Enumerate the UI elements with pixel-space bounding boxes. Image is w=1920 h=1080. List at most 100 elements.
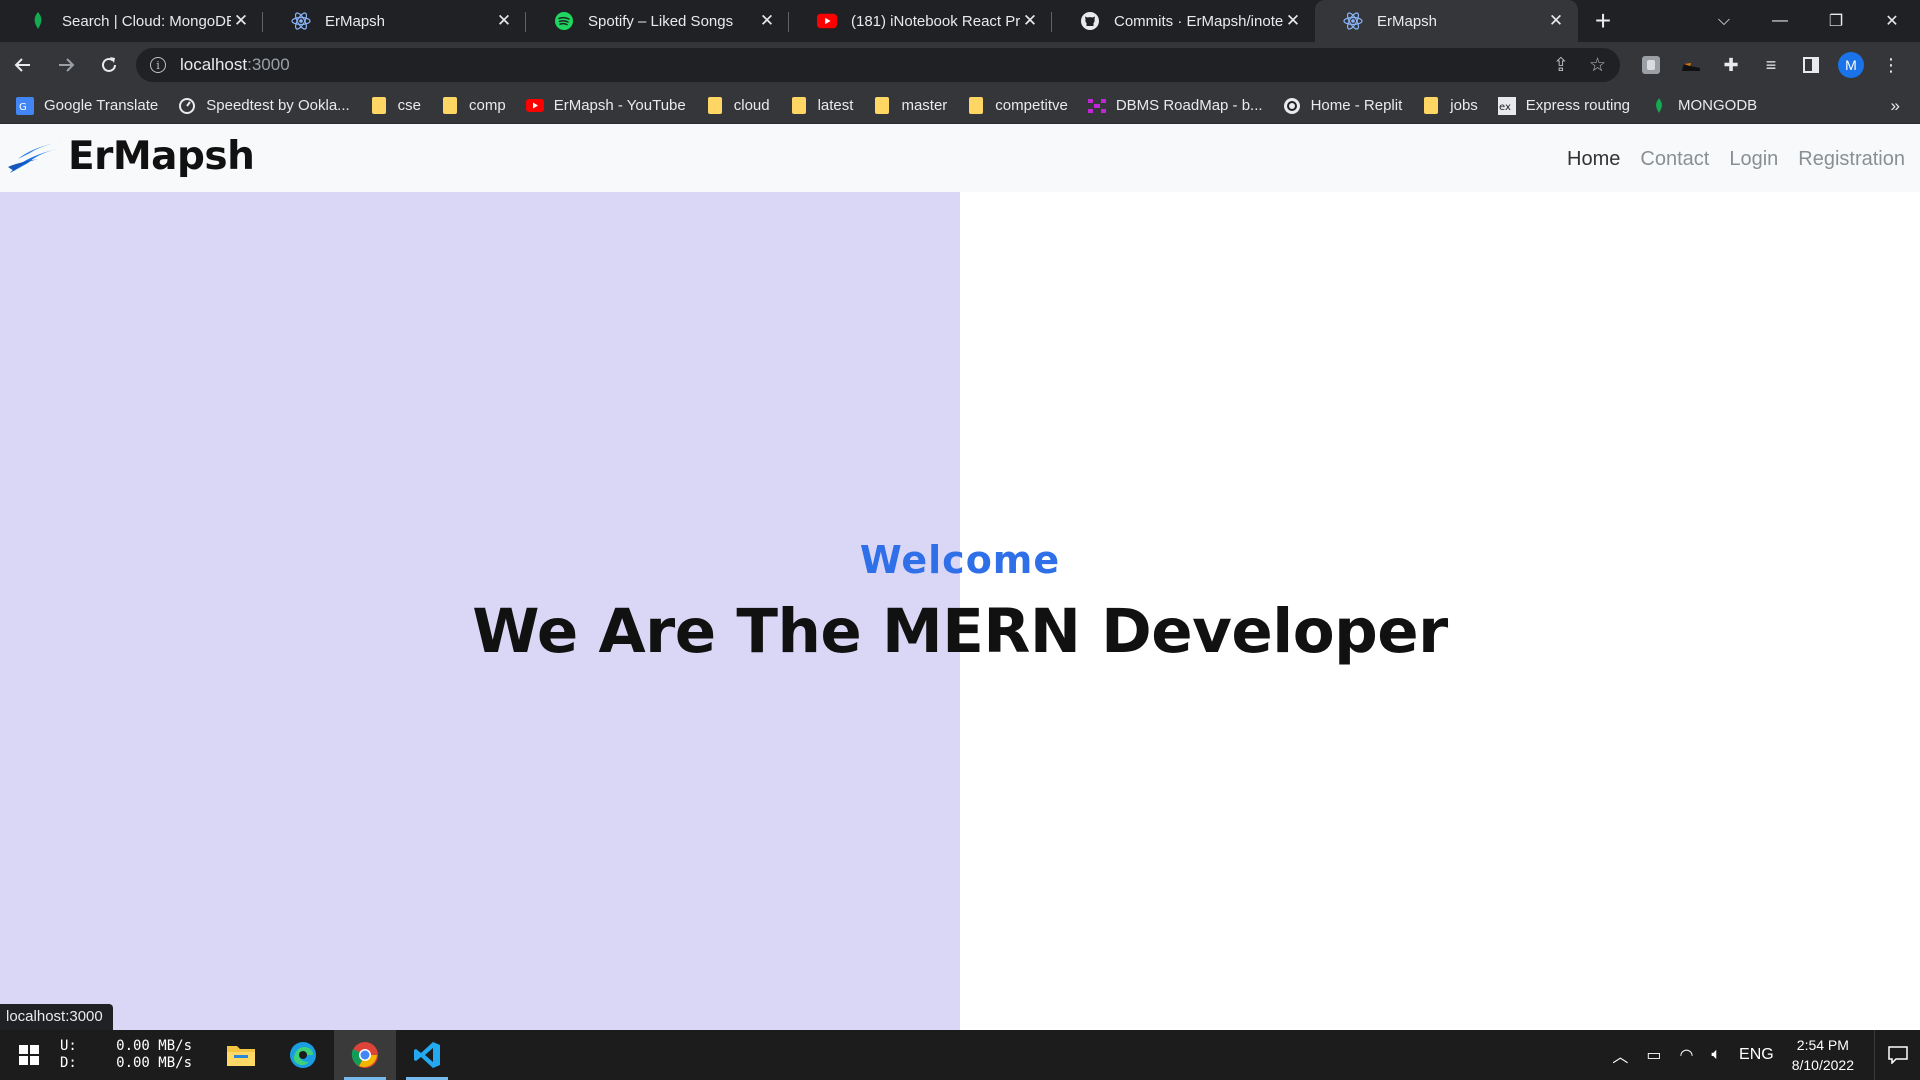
download-label: D: [60, 1055, 77, 1071]
taskbar-chrome[interactable] [334, 1030, 396, 1080]
folder-icon [370, 97, 388, 115]
bookmark-competitve[interactable]: competitve [967, 97, 1068, 115]
vscode-icon [414, 1042, 440, 1068]
extensions-area: ✚ ≡ M ⋮ [1638, 48, 1904, 82]
link-status-bubble: localhost:3000 [0, 1004, 113, 1030]
volume-icon[interactable]: 🔈︎ [1711, 1046, 1721, 1064]
start-button[interactable] [0, 1030, 58, 1080]
svg-text:ex: ex [1499, 102, 1511, 113]
mongodb-leaf-icon [1650, 97, 1668, 115]
download-value: 0.00 MB/s [116, 1055, 192, 1071]
hero-welcome: Welcome [859, 538, 1061, 582]
nav-link-home[interactable]: Home [1567, 148, 1620, 171]
brand-logo[interactable]: ErMapsh [8, 134, 255, 179]
taskbar-file-explorer[interactable] [210, 1030, 272, 1080]
folder-icon [790, 97, 808, 115]
taskbar-clock[interactable]: 2:54 PM 8/10/2022 [1792, 1035, 1854, 1075]
bookmark-label: Google Translate [44, 97, 159, 114]
tab-github[interactable]: Commits · ErMapsh/inotebook ✕ [1052, 0, 1315, 42]
browser-menu-icon[interactable]: ⋮ [1878, 52, 1904, 78]
bookmark-dbms-roadmap[interactable]: DBMS RoadMap - b... [1087, 97, 1263, 115]
bookmark-ermapsh-youtube[interactable]: ErMapsh - YouTube [525, 97, 686, 115]
bookmark-comp[interactable]: comp [441, 97, 506, 115]
url-host: localhost [180, 55, 248, 74]
close-tab-icon[interactable]: ✕ [231, 11, 251, 31]
bookmark-star-icon[interactable]: ☆ [1589, 54, 1606, 77]
bookmark-master[interactable]: master [873, 97, 947, 115]
site-info-icon[interactable]: i [150, 57, 166, 73]
browser-toolbar: i localhost:3000 ⇪ ☆ ✚ ≡ M ⋮ [0, 42, 1920, 88]
bookmark-replit[interactable]: Home - Replit [1283, 97, 1403, 115]
site-nav-links: Home Contact Login Registration [1567, 148, 1905, 171]
nav-link-login[interactable]: Login [1729, 148, 1778, 171]
minimize-icon[interactable]: — [1752, 0, 1808, 42]
bookmark-express-routing[interactable]: ex Express routing [1497, 96, 1630, 115]
bookmark-label: Home - Replit [1310, 97, 1403, 114]
bookmarks-overflow-button[interactable]: » [1891, 96, 1900, 116]
side-panel-icon[interactable] [1798, 52, 1824, 78]
show-hidden-icons-chevron-icon[interactable]: ︿ [1612, 1043, 1628, 1067]
bookmark-jobs[interactable]: jobs [1422, 97, 1478, 115]
bookmark-latest[interactable]: latest [790, 97, 854, 115]
tab-spotify[interactable]: Spotify – Liked Songs ✕ [526, 0, 789, 42]
battery-icon[interactable]: ▭ [1646, 1045, 1661, 1065]
taskbar-vscode[interactable] [396, 1030, 458, 1080]
bookmark-cloud[interactable]: cloud [706, 97, 770, 115]
mongodb-leaf-icon [28, 11, 48, 31]
bookmark-label: latest [817, 97, 854, 114]
media-control-icon[interactable]: ≡ [1758, 52, 1784, 78]
tab-title: (181) iNotebook React Project [851, 12, 1020, 30]
youtube-icon [817, 11, 837, 31]
taskbar-edge[interactable] [272, 1030, 334, 1080]
google-translate-icon: G [16, 96, 34, 115]
reload-button[interactable] [89, 45, 129, 85]
bookmark-label: ErMapsh - YouTube [553, 97, 686, 114]
close-tab-icon[interactable]: ✕ [1546, 11, 1566, 31]
back-button[interactable] [3, 45, 43, 85]
language-indicator[interactable]: ENG [1739, 1046, 1774, 1064]
close-tab-icon[interactable]: ✕ [1283, 11, 1303, 31]
tab-youtube[interactable]: (181) iNotebook React Project ✕ [789, 0, 1052, 42]
edge-icon [290, 1042, 316, 1068]
wifi-icon[interactable]: ◠ [1679, 1045, 1693, 1065]
bookmark-google-translate[interactable]: G Google Translate [16, 96, 159, 115]
profile-avatar[interactable]: M [1838, 52, 1864, 78]
address-bar[interactable]: i localhost:3000 ⇪ ☆ [136, 48, 1620, 82]
tab-ermapsh[interactable]: ErMapsh ✕ [263, 0, 526, 42]
bookmark-speedtest[interactable]: Speedtest by Ookla... [178, 97, 350, 115]
bookmark-cse[interactable]: cse [370, 97, 421, 115]
tab-search-icon[interactable]: ⌵ [1696, 0, 1752, 42]
close-tab-icon[interactable]: ✕ [757, 11, 777, 31]
forward-button[interactable] [46, 45, 86, 85]
new-tab-button[interactable]: + [1582, 0, 1624, 42]
upload-value: 0.00 MB/s [116, 1038, 192, 1054]
close-tab-icon[interactable]: ✕ [1020, 11, 1040, 31]
react-icon [1343, 11, 1363, 31]
tab-mongodb[interactable]: Search | Cloud: MongoDB Cloud ✕ [0, 0, 263, 42]
close-window-icon[interactable]: ✕ [1864, 0, 1920, 42]
extension-icon[interactable] [1638, 52, 1664, 78]
nav-link-contact[interactable]: Contact [1640, 148, 1709, 171]
bookmark-mongodb[interactable]: MONGODB [1650, 97, 1757, 115]
folder-icon [441, 97, 459, 115]
bookmark-label: cse [397, 97, 422, 114]
extensions-puzzle-icon[interactable]: ✚ [1718, 52, 1744, 78]
extension-shoe-icon[interactable] [1678, 52, 1704, 78]
nav-link-registration[interactable]: Registration [1798, 148, 1905, 171]
share-icon[interactable]: ⇪ [1553, 54, 1569, 77]
bookmark-label: competitve [995, 97, 1068, 114]
restore-icon[interactable]: ❐ [1808, 0, 1864, 42]
folder-icon [706, 97, 724, 115]
bookmark-label: DBMS RoadMap - b... [1115, 97, 1263, 114]
close-tab-icon[interactable]: ✕ [494, 11, 514, 31]
tab-ermapsh-active[interactable]: ErMapsh ✕ [1315, 0, 1578, 42]
folder-icon [1422, 97, 1440, 115]
brand-wing-icon [8, 140, 64, 173]
notification-center-icon[interactable] [1874, 1030, 1920, 1080]
folder-icon [873, 97, 891, 115]
bookmarks-bar: G Google Translate Speedtest by Ookla...… [0, 88, 1920, 124]
site-navbar: ErMapsh Home Contact Login Registration [0, 124, 1920, 192]
bookmark-label: comp [469, 97, 506, 114]
url-port: :3000 [247, 55, 290, 74]
reload-icon [102, 57, 116, 72]
